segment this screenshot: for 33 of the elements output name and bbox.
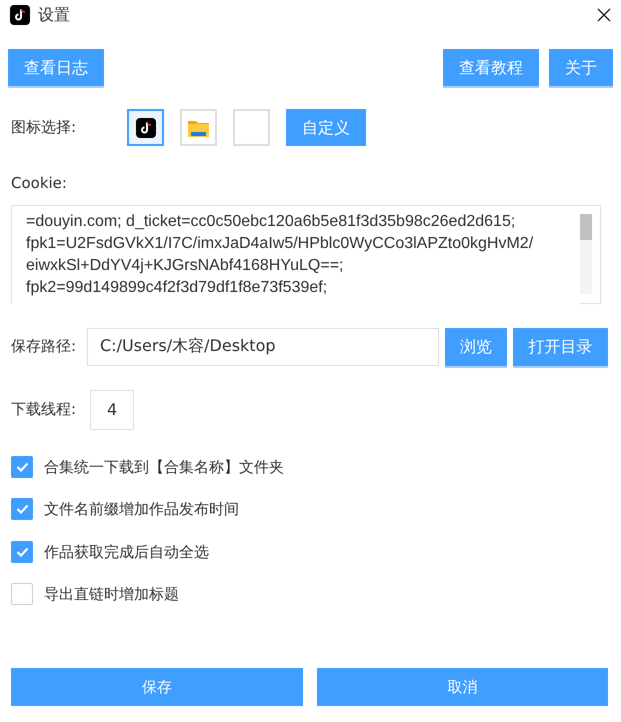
cookie-label: Cookie: [11,173,68,194]
tutorial-button[interactable]: 查看教程 [443,49,539,86]
icon-option[interactable] [127,109,164,146]
checkbox-label: 导出直链时增加标题 [44,584,179,605]
close-icon[interactable] [597,8,611,22]
check-icon [16,546,28,557]
cancel-button[interactable]: 取消 [316,668,608,706]
checkbox-label: 文件名前缀增加作品发布时间 [44,499,239,520]
checkbox[interactable] [11,540,33,563]
save-path-label: 保存路径: [11,336,78,358]
browse-button[interactable]: 浏览 [445,328,507,366]
custom-button[interactable]: 自定义 [286,109,366,146]
about-button[interactable]: 关于 [549,49,613,86]
view-log-button[interactable]: 查看日志 [8,49,104,86]
checkbox[interactable] [11,583,33,606]
open-folder-button[interactable]: 打开目录 [513,328,608,366]
checkbox-label: 作品获取完成后自动全选 [44,542,209,562]
app-logo-icon [10,5,30,25]
threads-label: 下载线程: [11,399,76,420]
icon-choice-label: 图标选择: [11,117,78,138]
save-button[interactable]: 保存 [11,668,302,706]
check-icon [16,504,28,514]
save-path-field[interactable]: C:/Users/木容/Desktop [87,328,439,366]
scrollbar[interactable] [580,214,592,294]
threads-field[interactable]: 4 [90,390,134,430]
app-logo-icon [136,118,156,138]
checkbox-label: 合集统一下载到【合集名称】文件夹 [44,456,284,478]
cookie-field[interactable]: =douyin.com; d_ticket=cc0c50ebc120a6b5e81f3d35b98c26ed2d615; fpk1=U2FsdGVkX1/I7C/imxJaD4aIw5/HPblc0WyCCo3lAPZto0kgHvM2/ eiwxkSl+DdYV4j+KJGrsNAbf4168HYuLQ==; fpk2=99d149899c4f2f3d79df1f8e73f539ef; [11,204,601,304]
checkbox[interactable] [11,456,33,478]
check-icon [16,462,28,472]
checkbox[interactable] [11,498,33,520]
folder-icon [188,118,209,136]
window-title: 设置 [38,4,70,26]
